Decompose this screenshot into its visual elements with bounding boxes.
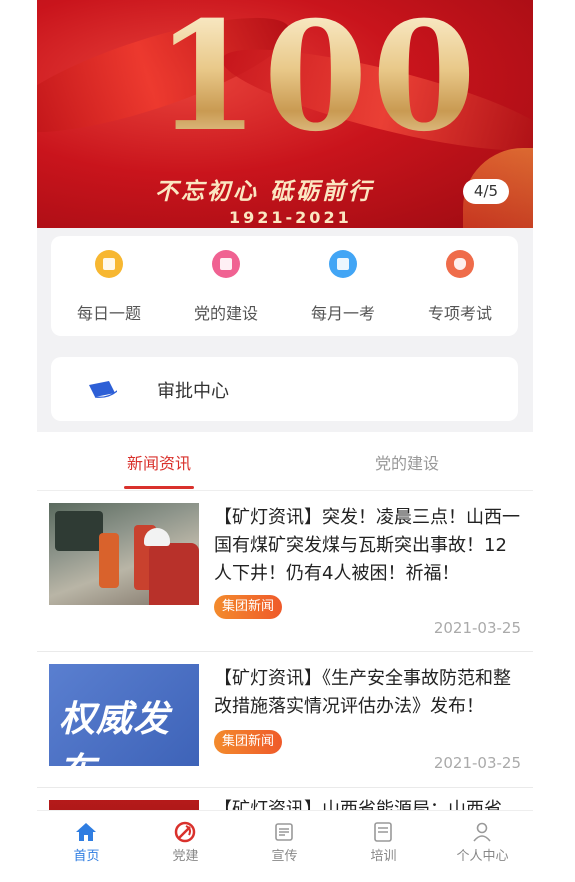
banner-page-counter: 4/5 (463, 179, 509, 204)
menu-party-building[interactable]: 党的建设 (168, 236, 284, 336)
party-building-icon (212, 250, 240, 278)
news-date: 2021-03-25 (433, 619, 521, 637)
news-thumbnail (49, 800, 199, 810)
menu-label: 党的建设 (193, 304, 258, 323)
tab-party-building[interactable]: 党的建设 (375, 450, 439, 474)
publicity-icon (275, 823, 293, 841)
news-title: 【矿灯资讯】山西省能源局：山西省 (214, 799, 502, 810)
news-thumbnail (49, 503, 199, 605)
banner-years: 1921-2021 (229, 208, 352, 227)
nav-home[interactable]: 首页 (37, 811, 136, 882)
menu-label: 专项考试 (427, 304, 492, 323)
home-icon (76, 823, 96, 841)
daily-question-icon (95, 250, 123, 278)
menu-label: 每月一考 (310, 304, 375, 323)
nav-label: 宣传 (271, 849, 298, 864)
news-item[interactable]: 【矿灯资讯】突发！凌晨三点！山西一国有煤矿突发煤与瓦斯突出事故！12人下井！仍有… (37, 491, 533, 651)
banner-carousel[interactable]: 100 不忘初心 砥砺前行 1921-2021 4/5 (37, 0, 533, 228)
training-icon (374, 822, 392, 842)
nav-label: 个人中心 (456, 849, 509, 864)
approval-center-card[interactable]: 审批中心 (51, 357, 518, 421)
news-title: 【矿灯资讯】《生产安全事故防范和整改措施落实情况评估办法》发布！ (214, 668, 511, 717)
nav-party[interactable]: 党建 (136, 811, 235, 882)
approval-center-label: 审批中心 (157, 381, 229, 402)
nav-label: 首页 (73, 849, 100, 864)
news-tag: 集团新闻 (214, 595, 283, 619)
menu-special-exam[interactable]: 专项考试 (402, 236, 518, 336)
special-exam-icon (446, 250, 474, 278)
thumbnail-text: 权威发布 (59, 699, 171, 766)
menu-daily-question[interactable]: 每日一题 (51, 236, 167, 336)
news-item[interactable]: 权威发布 【矿灯资讯】《生产安全事故防范和整改措施落实情况评估办法》发布！ 集团… (37, 652, 533, 786)
nav-label: 培训 (370, 849, 397, 864)
bottom-navigation: 首页 党建 宣传 培训 个人中心 (37, 810, 533, 882)
approval-book-icon (89, 381, 117, 398)
nav-profile[interactable]: 个人中心 (433, 811, 532, 882)
news-title: 【矿灯资讯】突发！凌晨三点！山西一国有煤矿突发煤与瓦斯突出事故！12人下井！仍有… (214, 507, 520, 584)
news-tabs: 新闻资讯 党的建设 (37, 432, 533, 491)
menu-label: 每日一题 (76, 304, 141, 323)
nav-publicity[interactable]: 宣传 (235, 811, 334, 882)
app-screen: 100 不忘初心 砥砺前行 1921-2021 4/5 每日一题 党的建设 每月… (37, 0, 533, 882)
banner-slogan: 不忘初心 砥砺前行 (155, 179, 375, 205)
banner-headline-number: 100 (155, 0, 480, 162)
news-date: 2021-03-25 (433, 754, 521, 772)
nav-label: 党建 (172, 849, 199, 864)
party-emblem-icon (174, 821, 196, 843)
nav-training[interactable]: 培训 (334, 811, 433, 882)
news-item[interactable]: 【矿灯资讯】山西省能源局：山西省 (37, 788, 533, 810)
menu-monthly-exam[interactable]: 每月一考 (285, 236, 401, 336)
tab-news[interactable]: 新闻资讯 (127, 450, 191, 474)
news-thumbnail: 权威发布 (49, 664, 199, 766)
active-tab-indicator (124, 486, 194, 489)
user-icon (473, 822, 491, 842)
monthly-exam-icon (329, 250, 357, 278)
news-tag: 集团新闻 (214, 730, 283, 754)
quick-menu: 每日一题 党的建设 每月一考 专项考试 (51, 236, 518, 336)
